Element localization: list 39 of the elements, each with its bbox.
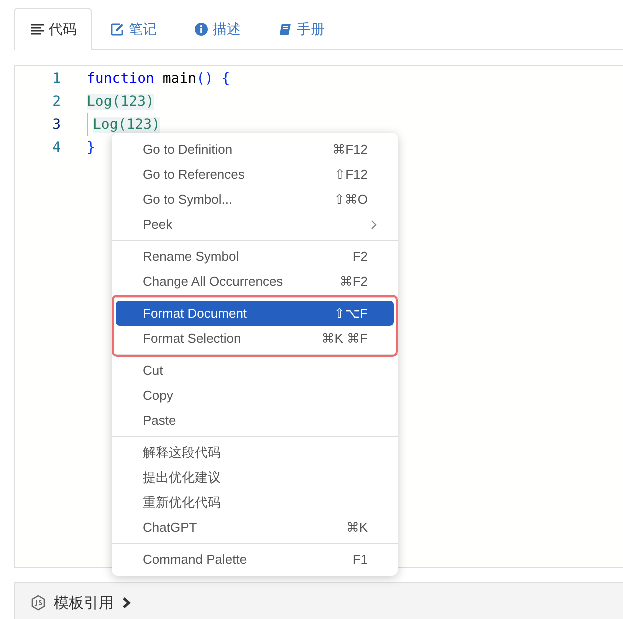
code-token: function xyxy=(87,70,154,86)
menu-item[interactable]: Format Document ⇧⌥F xyxy=(116,301,394,326)
book-icon xyxy=(279,23,292,36)
line-number: 4 xyxy=(52,140,61,156)
menu-item[interactable]: Go to Definition ⌘F12 xyxy=(116,137,394,162)
menu-item[interactable]: Rename Symbol F2 xyxy=(116,244,394,269)
line-number: 3 xyxy=(52,116,61,132)
menu-item[interactable]: 提出优化建议 xyxy=(116,465,394,490)
code-token: main xyxy=(162,70,197,86)
line-number: 2 xyxy=(52,94,61,110)
menu-item[interactable]: Command Palette F1 xyxy=(116,547,394,572)
hexagon-icon xyxy=(31,595,46,611)
edit-icon xyxy=(111,23,124,36)
menu-item[interactable]: Peek xyxy=(116,212,394,237)
code-token: () xyxy=(196,70,214,86)
chevron-icon xyxy=(370,220,378,230)
code-token: { xyxy=(220,70,230,86)
lines-icon xyxy=(31,24,44,35)
tab[interactable]: 手册 xyxy=(260,8,344,50)
menu-item[interactable]: Format Selection ⌘K ⌘F xyxy=(116,326,394,351)
menu-item[interactable]: 重新优化代码 xyxy=(116,490,394,515)
tab[interactable]: 笔记 xyxy=(92,8,176,50)
info-icon xyxy=(195,23,208,36)
menu-item[interactable]: ChatGPT ⌘K xyxy=(116,515,394,540)
code-token: Log(123) xyxy=(93,116,160,132)
code-token: } xyxy=(87,140,96,156)
menu-item[interactable]: Copy xyxy=(116,383,394,408)
chevron-icon[interactable] xyxy=(122,597,131,609)
menu-item[interactable]: Cut xyxy=(116,358,394,383)
menu-item[interactable]: 解释这段代码 xyxy=(116,440,394,465)
tab[interactable]: 描述 xyxy=(176,8,260,50)
menu-item[interactable]: Paste xyxy=(116,408,394,433)
footer-title: 模板引用 xyxy=(54,594,114,612)
tab[interactable]: 代码 xyxy=(14,8,92,50)
line-number: 1 xyxy=(52,70,61,86)
menu-item[interactable]: Go to Symbol... ⇧⌘O xyxy=(116,187,394,212)
menu-item[interactable]: Go to References ⇧F12 xyxy=(116,162,394,187)
menu-item[interactable]: Change All Occurrences ⌘F2 xyxy=(116,269,394,294)
code-token: Log(123) xyxy=(87,94,154,110)
